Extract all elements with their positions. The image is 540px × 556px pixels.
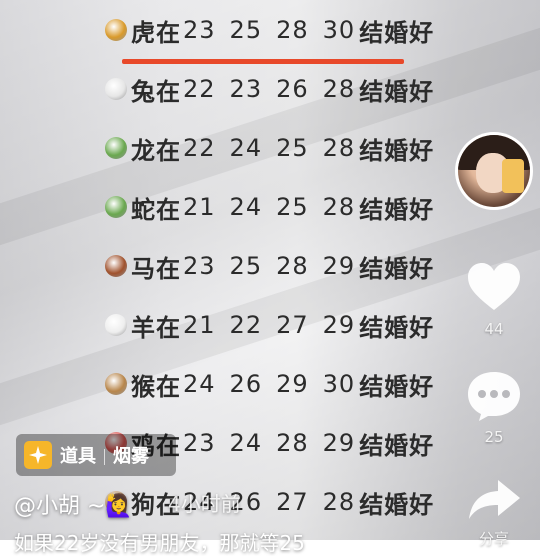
zodiac-row: 虎在 23 25 28 30 结婚好	[105, 8, 434, 52]
marriage-suffix: 结婚好	[359, 371, 435, 401]
zodiac-label: 兔在	[131, 76, 181, 106]
marriage-suffix: 结婚好	[359, 17, 435, 47]
avatar-image	[458, 135, 530, 207]
dragon-icon	[105, 137, 127, 159]
zodiac-label: 羊在	[131, 312, 181, 342]
zodiac-label: 蛇在	[131, 194, 181, 224]
marriage-suffix: 结婚好	[359, 135, 435, 165]
age-number: 25	[276, 134, 309, 162]
snake-icon	[105, 196, 127, 218]
like-button[interactable]: 44	[466, 262, 522, 338]
age-number: 27	[276, 488, 309, 516]
age-number: 27	[276, 311, 309, 339]
marriage-suffix: 结婚好	[359, 489, 435, 519]
age-number: 26	[276, 75, 309, 103]
comment-count: 25	[484, 428, 504, 446]
share-arrow-icon	[469, 480, 520, 519]
age-number: 21	[183, 311, 216, 339]
zodiac-row: 兔在 22 23 26 28 结婚好	[105, 67, 434, 111]
age-number: 24	[229, 134, 263, 162]
age-number: 29	[322, 311, 356, 339]
age-number: 30	[322, 370, 356, 398]
zodiac-label: 龙在	[131, 135, 181, 165]
age-number: 29	[276, 370, 309, 398]
red-underline	[122, 59, 404, 64]
marriage-suffix: 结婚好	[359, 253, 435, 283]
age-number: 25	[276, 193, 309, 221]
age-number: 23	[183, 16, 216, 44]
tool-label: 道具	[60, 446, 96, 467]
zodiac-row: 蛇在 21 24 25 28 结婚好	[105, 185, 434, 229]
age-number: 28	[276, 252, 309, 280]
age-number: 29	[322, 252, 356, 280]
post-time: 4小时前	[168, 492, 241, 516]
marriage-suffix: 结婚好	[359, 194, 435, 224]
age-number: 25	[229, 16, 263, 44]
age-number: 30	[322, 16, 356, 44]
heart-icon	[468, 263, 520, 310]
age-number: 22	[229, 311, 263, 339]
comment-icon	[468, 372, 520, 421]
sheep-icon	[105, 314, 127, 336]
age-number: 26	[229, 370, 263, 398]
age-number: 28	[322, 488, 356, 516]
share-label: 分享	[478, 530, 509, 548]
age-number: 28	[322, 193, 356, 221]
zodiac-row: 龙在 22 24 25 28 结婚好	[105, 126, 434, 170]
tool-name: 烟雾	[113, 446, 149, 467]
age-number: 22	[183, 75, 216, 103]
author-name[interactable]: @小胡 ~🙋‍♀️	[14, 488, 133, 520]
age-number: 22	[183, 134, 216, 162]
age-number: 23	[229, 75, 263, 103]
zodiac-label: 马在	[131, 253, 181, 283]
zodiac-label: 猴在	[131, 371, 181, 401]
like-count: 44	[484, 320, 504, 338]
age-number: 23	[183, 429, 216, 457]
author-avatar[interactable]	[455, 132, 533, 210]
share-button[interactable]: 分享	[466, 478, 522, 549]
video-caption[interactable]: 如果22岁没有男朋友，那就等25	[14, 527, 305, 556]
age-number: 28	[276, 429, 309, 457]
comment-button[interactable]: 25	[466, 370, 522, 446]
zodiac-row: 马在 23 25 28 29 结婚好	[105, 244, 434, 288]
zodiac-row: 猴在 24 26 29 30 结婚好	[105, 362, 434, 406]
age-number: 28	[322, 75, 356, 103]
zodiac-label: 虎在	[131, 17, 181, 47]
zodiac-row: 羊在 21 22 27 29 结婚好	[105, 303, 434, 347]
age-number: 24	[229, 193, 263, 221]
marriage-suffix: 结婚好	[359, 430, 435, 460]
horse-icon	[105, 255, 127, 277]
age-number: 29	[322, 429, 356, 457]
marriage-suffix: 结婚好	[359, 76, 435, 106]
rabbit-icon	[105, 78, 127, 100]
zodiac-row: 狗在 24 26 27 28 结婚好	[105, 480, 434, 524]
tiger-icon	[105, 19, 127, 41]
age-number: 25	[229, 252, 263, 280]
spark-effect-icon	[24, 441, 52, 469]
age-number: 28	[276, 16, 309, 44]
age-number: 21	[183, 193, 216, 221]
marriage-suffix: 结婚好	[359, 312, 435, 342]
age-number: 24	[229, 429, 263, 457]
age-number: 24	[183, 370, 216, 398]
effect-tool-chip[interactable]: 道具 烟雾	[16, 434, 176, 476]
monkey-icon	[105, 373, 127, 395]
age-number: 28	[322, 134, 356, 162]
age-number: 23	[183, 252, 216, 280]
